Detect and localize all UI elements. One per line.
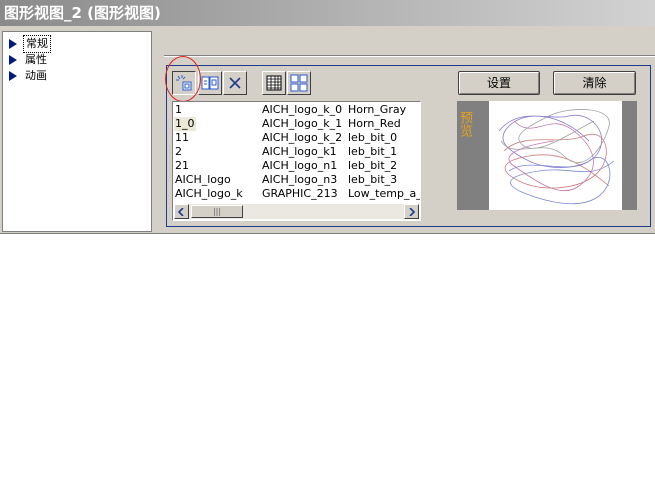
window-title: 图形视图_2 (图形视图) <box>0 0 655 26</box>
tree-item-animation[interactable]: 动画 <box>9 68 49 84</box>
list-item[interactable]: AICH_logo_k <box>175 187 243 201</box>
preview-pane: 预览 <box>457 101 637 210</box>
scroll-right-button[interactable] <box>404 204 419 219</box>
chevron-left-icon <box>178 207 184 216</box>
replace-image-icon <box>201 76 219 90</box>
list-item[interactable]: AICH_logo_k_1 <box>262 117 342 131</box>
tree-item-label: 动画 <box>25 69 47 82</box>
chevron-right-icon <box>409 207 415 216</box>
list-item[interactable]: AICH_logo_k_0 <box>262 103 342 117</box>
list-item-selected[interactable]: 1_0 <box>174 117 196 131</box>
preview-label: 预览 <box>457 111 472 137</box>
list-item[interactable]: 11 <box>175 131 189 145</box>
expand-arrow-icon <box>9 71 17 81</box>
preview-canvas <box>489 101 622 210</box>
delete-image-button[interactable] <box>223 71 247 95</box>
replace-image-button[interactable] <box>198 71 222 95</box>
highlight-circle <box>165 56 201 102</box>
image-list[interactable]: 1 1_0 11 2 21 AICH_logo AICH_logo_k AICH… <box>172 101 421 221</box>
list-item[interactable]: AICH_logo_k_2 <box>262 131 342 145</box>
list-item[interactable]: AICH_logo <box>175 173 231 187</box>
thumbnail-view-button[interactable] <box>287 71 311 95</box>
list-item[interactable]: Low_temp_a_0 <box>348 187 420 201</box>
expand-arrow-icon <box>9 55 17 65</box>
list-item[interactable]: AICH_logo_n3 <box>262 173 337 187</box>
preview-scribble-image <box>498 109 615 205</box>
list-item[interactable]: Horn_Red <box>348 117 401 131</box>
list-item[interactable]: AICH_logo_k1 <box>262 145 337 159</box>
horizontal-scrollbar[interactable]: ||| <box>174 204 419 219</box>
delete-icon <box>229 77 241 89</box>
list-item[interactable]: leb_bit_1 <box>348 145 397 159</box>
list-item[interactable]: Horn_Gray <box>348 103 406 117</box>
tree-item-general[interactable]: 常规 <box>9 35 51 53</box>
tree-item-label: 常规 <box>23 35 51 53</box>
category-tree: 常规 属性 动画 <box>2 31 152 232</box>
list-item[interactable]: GRAPHIC_213 <box>262 187 338 201</box>
divider <box>164 55 655 57</box>
scroll-thumb[interactable]: ||| <box>191 205 243 218</box>
expand-arrow-icon <box>9 39 17 49</box>
tree-item-label: 属性 <box>25 53 47 66</box>
list-item[interactable]: leb_bit_3 <box>348 173 397 187</box>
tree-item-properties[interactable]: 属性 <box>9 52 49 68</box>
list-item[interactable]: 21 <box>175 159 189 173</box>
scroll-left-button[interactable] <box>174 204 189 219</box>
settings-button[interactable]: 设置 <box>458 71 540 95</box>
list-item[interactable]: leb_bit_2 <box>348 159 397 173</box>
list-view-icon <box>266 75 282 91</box>
list-item[interactable]: 2 <box>175 145 182 159</box>
list-item[interactable]: leb_bit_0 <box>348 131 397 145</box>
clear-button[interactable]: 清除 <box>553 71 636 95</box>
thumbnail-view-icon <box>290 74 308 92</box>
list-item[interactable]: AICH_logo_n1 <box>262 159 337 173</box>
list-view-button[interactable] <box>262 71 286 95</box>
list-item[interactable]: 1 <box>175 103 182 117</box>
